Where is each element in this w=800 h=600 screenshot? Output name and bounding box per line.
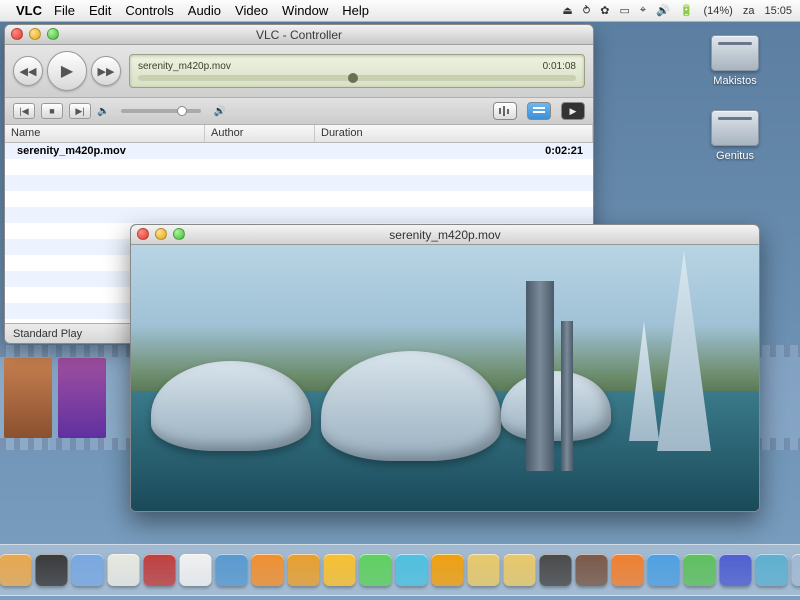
- now-playing-label: serenity_m420p.mov: [138, 61, 231, 72]
- sync-icon[interactable]: ⥁: [583, 4, 591, 17]
- dock-app-icon[interactable]: [36, 554, 68, 586]
- dock-app-icon[interactable]: [0, 554, 32, 586]
- dock-app-icon[interactable]: [756, 554, 788, 586]
- menu-bar: VLC File Edit Controls Audio Video Windo…: [0, 0, 800, 22]
- minimize-button[interactable]: [29, 28, 41, 40]
- app-name[interactable]: VLC: [16, 3, 42, 18]
- controller-titlebar[interactable]: VLC - Controller: [5, 25, 593, 45]
- video-title: serenity_m420p.mov: [389, 228, 500, 242]
- cell-duration: 0:02:21: [315, 145, 593, 157]
- forward-button[interactable]: ▶▶: [91, 56, 121, 86]
- transport-cluster: ◀◀ ▶ ▶▶: [13, 51, 121, 91]
- video-window[interactable]: serenity_m420p.mov: [130, 224, 760, 512]
- cell-name: serenity_m420p.mov: [5, 145, 205, 157]
- close-button[interactable]: [137, 228, 149, 240]
- dock-app-icon[interactable]: [288, 554, 320, 586]
- seek-knob[interactable]: [348, 73, 358, 83]
- secondary-controls: |◀ ■ ▶| 🔈 🔊 ▶: [5, 98, 593, 125]
- dock-app-icon[interactable]: [468, 554, 500, 586]
- clock-day: za: [743, 5, 755, 17]
- eject-icon[interactable]: ⏏: [562, 4, 572, 17]
- status-text: Standard Play: [13, 328, 82, 340]
- rewind-button[interactable]: ◀◀: [13, 56, 43, 86]
- video-titlebar[interactable]: serenity_m420p.mov: [131, 225, 759, 245]
- dock-app-icon[interactable]: [576, 554, 608, 586]
- dock-app-icon[interactable]: [396, 554, 428, 586]
- menu-window[interactable]: Window: [282, 3, 328, 18]
- dock-app-icon[interactable]: [792, 554, 800, 586]
- dock-app-icon[interactable]: [504, 554, 536, 586]
- volume-slider[interactable]: [121, 109, 201, 113]
- dock-app-icon[interactable]: [720, 554, 752, 586]
- playlist-row-empty: [5, 175, 593, 191]
- dock-app-icon[interactable]: [252, 554, 284, 586]
- menu-extras: ⏏ ⥁ ✿ ▭ ⌖ 🔊 🔋 (14%) za 15:05: [562, 4, 792, 17]
- dock-app-icon[interactable]: [216, 554, 248, 586]
- next-track-button[interactable]: ▶|: [69, 103, 91, 119]
- playlist-row-empty: [5, 191, 593, 207]
- battery-percent: (14%): [704, 5, 733, 17]
- lcd-display: serenity_m420p.mov 0:01:08: [129, 54, 585, 88]
- zoom-button[interactable]: [173, 228, 185, 240]
- display-icon[interactable]: ▭: [619, 4, 629, 17]
- playlist-row[interactable]: serenity_m420p.mov 0:02:21: [5, 143, 593, 159]
- menu-edit[interactable]: Edit: [89, 3, 111, 18]
- playlist-toggle-button[interactable]: [527, 102, 551, 120]
- drive-label: Genitus: [700, 150, 770, 162]
- playback-controls: ◀◀ ▶ ▶▶ serenity_m420p.mov 0:01:08: [5, 45, 593, 98]
- menu-file[interactable]: File: [54, 3, 75, 18]
- dock-app-icon[interactable]: [648, 554, 680, 586]
- playlist-header: Name Author Duration: [5, 125, 593, 143]
- close-button[interactable]: [11, 28, 23, 40]
- playlist-row-empty: [5, 159, 593, 175]
- film-frame: [4, 358, 52, 438]
- stop-button[interactable]: ■: [41, 103, 63, 119]
- play-button[interactable]: ▶: [47, 51, 87, 91]
- dock-app-icon[interactable]: [612, 554, 644, 586]
- elapsed-time: 0:01:08: [543, 61, 576, 72]
- window-controls: [137, 228, 185, 240]
- clock-time[interactable]: 15:05: [764, 5, 792, 17]
- dock-app-icon[interactable]: [540, 554, 572, 586]
- volume-icon[interactable]: 🔊: [656, 4, 670, 17]
- minimize-button[interactable]: [155, 228, 167, 240]
- equalizer-button[interactable]: [493, 102, 517, 120]
- drive-icon: [711, 110, 759, 146]
- window-controls: [11, 28, 59, 40]
- menu-help[interactable]: Help: [342, 3, 369, 18]
- drive-icon: [711, 35, 759, 71]
- dock-app-icon[interactable]: [324, 554, 356, 586]
- dock[interactable]: [0, 544, 800, 596]
- dock-app-icon[interactable]: [72, 554, 104, 586]
- dock-app-icon[interactable]: [144, 554, 176, 586]
- desktop-drive-1[interactable]: Makistos: [700, 35, 770, 87]
- menu-video[interactable]: Video: [235, 3, 268, 18]
- volume-knob[interactable]: [177, 106, 187, 116]
- column-duration[interactable]: Duration: [315, 125, 593, 142]
- volume-low-icon: 🔈: [97, 106, 109, 117]
- film-frame: [58, 358, 106, 438]
- column-name[interactable]: Name: [5, 125, 205, 142]
- bluetooth-icon[interactable]: ⌖: [640, 4, 646, 17]
- drive-label: Makistos: [700, 75, 770, 87]
- seek-bar[interactable]: [138, 75, 576, 81]
- dock-app-icon[interactable]: [360, 554, 392, 586]
- dock-app-icon[interactable]: [684, 554, 716, 586]
- battery-icon[interactable]: 🔋: [680, 4, 694, 17]
- video-content: [131, 245, 759, 511]
- fullscreen-button[interactable]: ▶: [561, 102, 585, 120]
- playlist-row-empty: [5, 207, 593, 223]
- prev-track-button[interactable]: |◀: [13, 103, 35, 119]
- menu-audio[interactable]: Audio: [188, 3, 221, 18]
- zoom-button[interactable]: [47, 28, 59, 40]
- window-title: VLC - Controller: [256, 28, 342, 42]
- volume-high-icon: 🔊: [213, 106, 225, 117]
- menu-controls[interactable]: Controls: [125, 3, 173, 18]
- desktop-drive-2[interactable]: Genitus: [700, 110, 770, 162]
- script-icon[interactable]: ✿: [600, 4, 609, 17]
- dock-app-icon[interactable]: [108, 554, 140, 586]
- dock-app-icon[interactable]: [180, 554, 212, 586]
- column-author[interactable]: Author: [205, 125, 315, 142]
- dock-app-icon[interactable]: [432, 554, 464, 586]
